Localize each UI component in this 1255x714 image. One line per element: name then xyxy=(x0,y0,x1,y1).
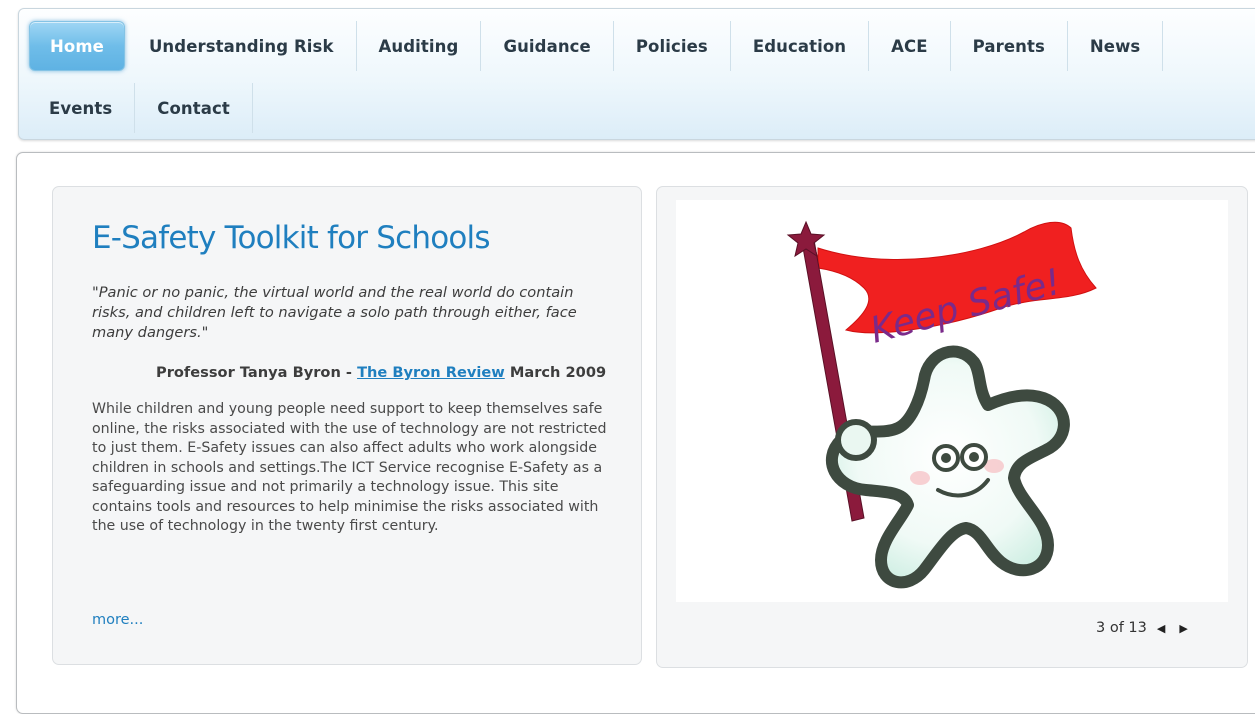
nav-contact[interactable]: Contact xyxy=(135,83,253,133)
nav-news[interactable]: News xyxy=(1068,21,1164,71)
byron-review-link[interactable]: The Byron Review xyxy=(357,364,505,381)
nav-guidance[interactable]: Guidance xyxy=(481,21,614,71)
keep-safe-mascot-illustration: Keep Safe! xyxy=(786,220,1097,589)
nav-parents[interactable]: Parents xyxy=(951,21,1068,71)
attribution-author: Professor Tanya Byron - xyxy=(156,364,358,381)
slideshow-pager: 3 of 13 ◀ ▶ xyxy=(1096,620,1188,636)
slide-counter: 3 of 13 xyxy=(1096,620,1147,636)
mascot-hand xyxy=(835,419,877,461)
left-cheek xyxy=(910,471,930,485)
page-title: E-Safety Toolkit for Schools xyxy=(92,220,491,256)
attribution-date: March 2009 xyxy=(504,364,607,381)
previous-arrow-icon[interactable]: ◀ xyxy=(1157,622,1165,635)
text-fade-overlay xyxy=(60,540,630,585)
nav-home[interactable]: Home xyxy=(29,21,125,71)
next-arrow-icon[interactable]: ▶ xyxy=(1179,622,1187,635)
slideshow-image: Keep Safe! xyxy=(676,200,1228,602)
nav-policies[interactable]: Policies xyxy=(614,21,731,71)
nav-education[interactable]: Education xyxy=(731,21,870,71)
nav-row-primary: Home Understanding Risk Auditing Guidanc… xyxy=(29,21,1164,71)
main-navigation: Home Understanding Risk Auditing Guidanc… xyxy=(18,8,1255,140)
nav-understanding-risk[interactable]: Understanding Risk xyxy=(127,21,357,71)
nav-events[interactable]: Events xyxy=(29,83,136,133)
quote-attribution: Professor Tanya Byron - The Byron Review… xyxy=(156,364,606,381)
nav-row-secondary: Events Contact xyxy=(29,83,253,133)
byron-quote: "Panic or no panic, the virtual world an… xyxy=(92,284,577,341)
nav-ace[interactable]: ACE xyxy=(869,21,951,71)
nav-auditing[interactable]: Auditing xyxy=(357,21,482,71)
more-link[interactable]: more... xyxy=(92,612,143,628)
